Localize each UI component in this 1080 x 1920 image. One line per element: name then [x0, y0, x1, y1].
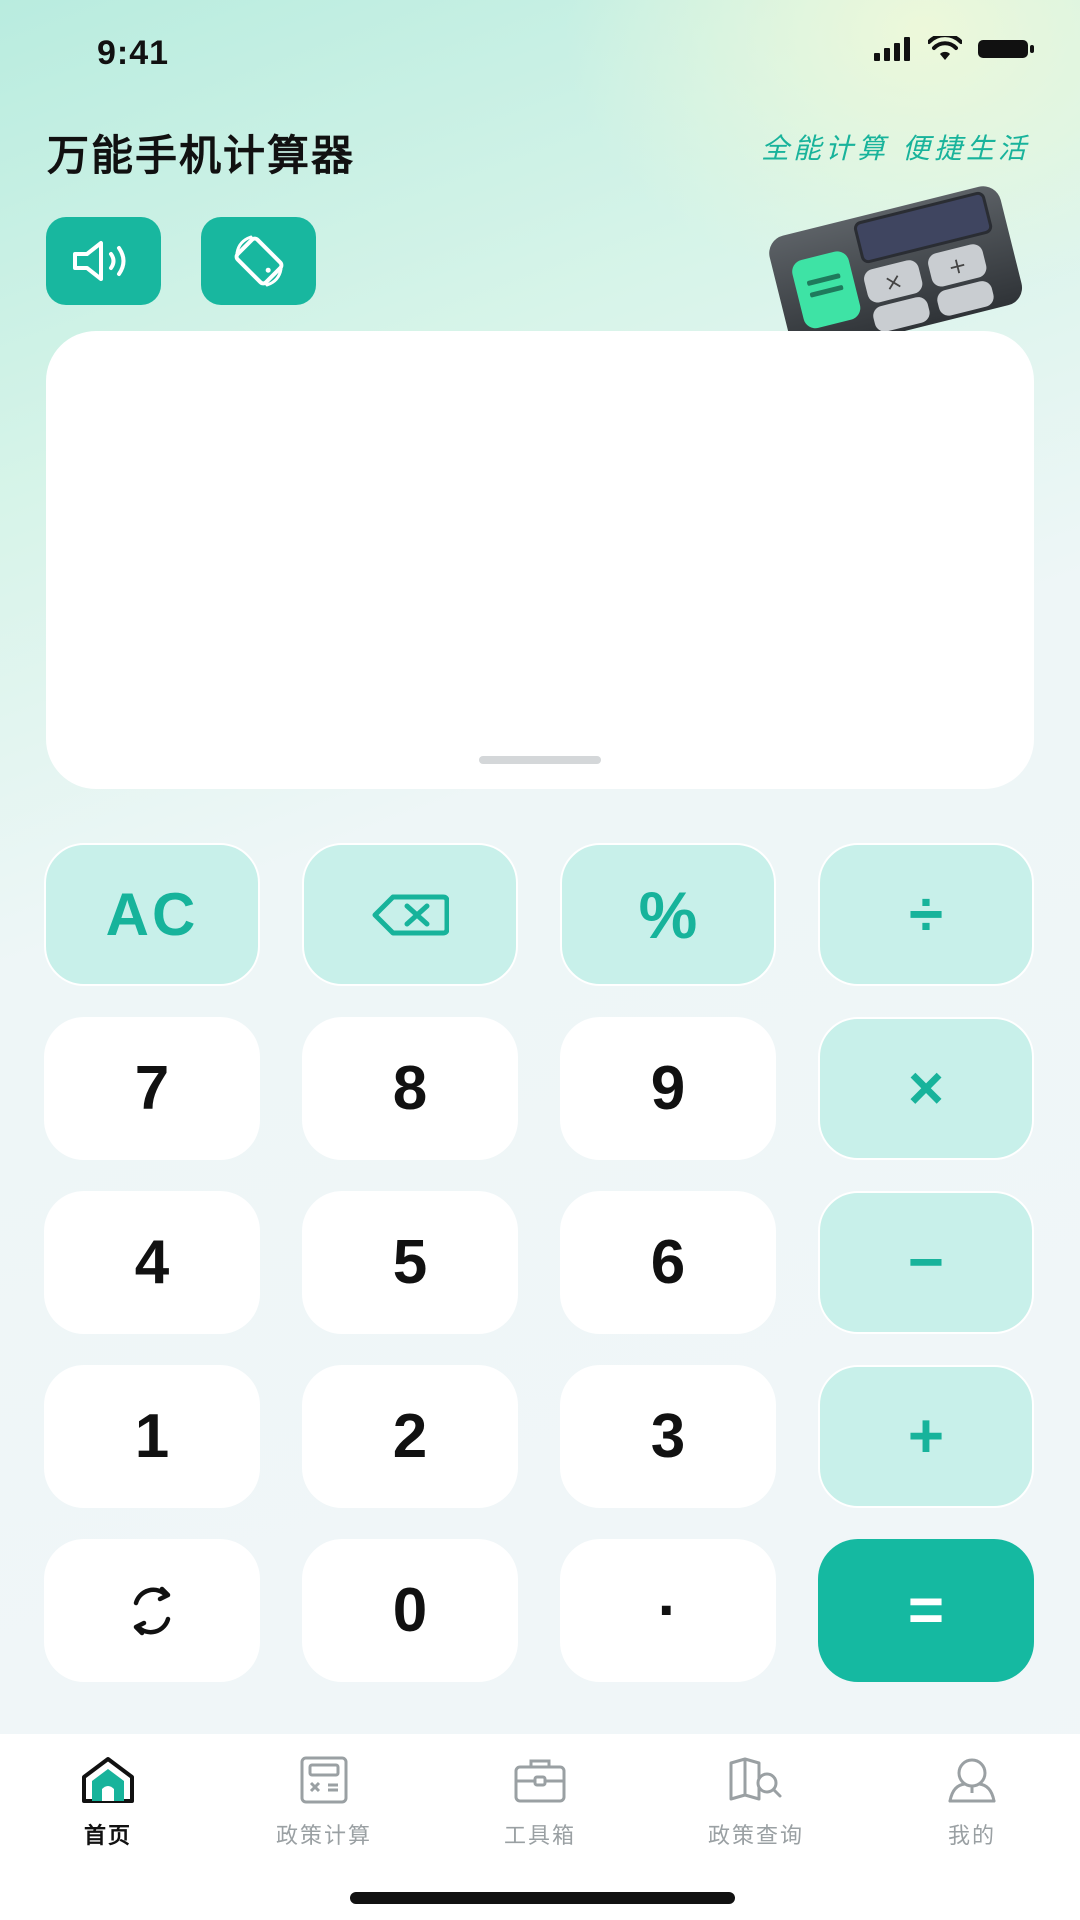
decimal-button[interactable]: · — [560, 1539, 776, 1682]
digit-7-label: 7 — [134, 1054, 170, 1123]
digit-1-label: 1 — [134, 1402, 170, 1471]
percent-label: % — [638, 877, 698, 952]
signal-icon — [874, 37, 910, 61]
toggle-mode-button[interactable] — [44, 1539, 260, 1682]
digit-5-label: 5 — [392, 1228, 428, 1297]
multiply-button[interactable]: × — [818, 1017, 1034, 1160]
digit-8-label: 8 — [392, 1054, 428, 1123]
multiply-label: × — [907, 1054, 945, 1123]
app-title: 万能手机计算器 — [47, 132, 356, 179]
all-clear-button[interactable]: AC — [44, 843, 260, 986]
rotate-screen-button[interactable] — [201, 217, 316, 305]
sound-toggle-button[interactable] — [46, 217, 161, 305]
nav-item-toolbox[interactable]: 工具箱 — [432, 1754, 648, 1874]
digit-9-label: 9 — [650, 1054, 686, 1123]
digit-9-button[interactable]: 9 — [560, 1017, 776, 1160]
digit-0-button[interactable]: 0 — [302, 1539, 518, 1682]
backspace-button[interactable] — [302, 843, 518, 986]
nav-label-toolbox: 工具箱 — [503, 1823, 576, 1848]
nav-item-home[interactable]: 首页 — [0, 1754, 216, 1874]
digit-8-button[interactable]: 8 — [302, 1017, 518, 1160]
digit-5-button[interactable]: 5 — [302, 1191, 518, 1334]
digit-7-button[interactable]: 7 — [44, 1017, 260, 1160]
digit-4-label: 4 — [134, 1228, 170, 1297]
battery-icon — [978, 40, 1034, 58]
status-bar: 9:41 — [0, 0, 1080, 104]
digit-0-label: 0 — [392, 1576, 428, 1645]
calculator-illustration: × + — [769, 186, 1023, 334]
status-time: 9:41 — [97, 34, 170, 72]
toolbox-icon — [514, 1759, 566, 1803]
digit-1-button[interactable]: 1 — [44, 1365, 260, 1508]
equals-button[interactable]: = — [818, 1539, 1034, 1682]
calculator-display — [46, 331, 1034, 789]
percent-button[interactable]: % — [560, 843, 776, 986]
policy-search-icon — [729, 1757, 782, 1801]
backspace-icon — [372, 894, 449, 935]
nav-label-policy-search: 政策查询 — [707, 1823, 804, 1848]
all-clear-label: AC — [105, 881, 199, 948]
decimal-label: · — [657, 1576, 679, 1645]
speaker-icon — [72, 241, 125, 281]
digit-2-button[interactable]: 2 — [302, 1365, 518, 1508]
nav-item-policy-calc[interactable]: 政策计算 — [216, 1754, 432, 1874]
divide-button[interactable]: ÷ — [818, 843, 1034, 986]
home-indicator — [350, 1892, 735, 1904]
digit-2-label: 2 — [392, 1402, 428, 1471]
nav-label-home: 首页 — [83, 1823, 132, 1848]
home-icon — [82, 1757, 134, 1803]
add-button[interactable]: + — [818, 1365, 1034, 1508]
digit-4-button[interactable]: 4 — [44, 1191, 260, 1334]
drag-handle[interactable] — [479, 756, 601, 764]
slogan: 全能计算 便捷生活 — [761, 132, 1030, 165]
nav-item-policy-search[interactable]: 政策查询 — [648, 1754, 864, 1874]
digit-3-label: 3 — [650, 1402, 686, 1471]
nav-item-profile[interactable]: 我的 — [864, 1754, 1080, 1874]
equals-label: = — [907, 1576, 945, 1645]
profile-icon — [948, 1758, 996, 1803]
divide-label: ÷ — [908, 880, 944, 949]
subtract-label: − — [907, 1228, 945, 1297]
add-label: + — [907, 1402, 945, 1471]
nav-label-policy-calc: 政策计算 — [275, 1823, 372, 1848]
digit-6-label: 6 — [650, 1228, 686, 1297]
digit-6-button[interactable]: 6 — [560, 1191, 776, 1334]
refresh-icon — [133, 1586, 171, 1635]
wifi-icon — [928, 36, 962, 60]
digit-3-button[interactable]: 3 — [560, 1365, 776, 1508]
rotate-screen-icon — [234, 235, 283, 287]
policy-calc-icon — [300, 1756, 348, 1804]
subtract-button[interactable]: − — [818, 1191, 1034, 1334]
status-icons — [874, 36, 1036, 62]
nav-label-profile: 我的 — [947, 1823, 996, 1848]
